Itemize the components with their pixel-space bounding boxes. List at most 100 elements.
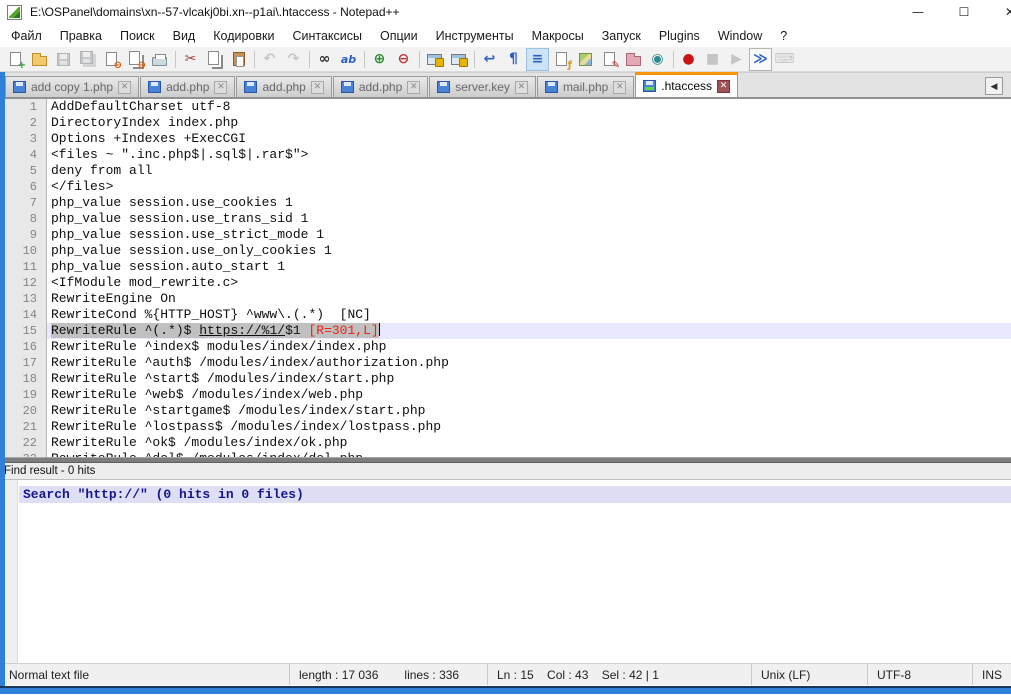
close-button[interactable]: ✕ (987, 0, 1011, 24)
editor[interactable]: 1AddDefaultCharset utf-82DirectoryIndex … (0, 99, 1011, 457)
macro-play-button[interactable]: ▶ (725, 48, 748, 71)
status-encoding[interactable]: UTF-8 (868, 664, 973, 685)
cut-button[interactable]: ✂ (179, 48, 202, 71)
menu-item-поиск[interactable]: Поиск (111, 26, 164, 46)
tab-close-icon[interactable]: ✕ (613, 81, 626, 94)
text-caret (379, 323, 380, 336)
code-line-10[interactable]: 10php_value session.use_only_cookies 1 (0, 243, 1011, 259)
code-line-16[interactable]: 16RewriteRule ^index$ modules/index/inde… (0, 339, 1011, 355)
menu-item-инструменты[interactable]: Инструменты (427, 26, 523, 46)
code-line-17[interactable]: 17RewriteRule ^auth$ /modules/index/auth… (0, 355, 1011, 371)
code-line-20[interactable]: 20RewriteRule ^startgame$ /modules/index… (0, 403, 1011, 419)
menu-item-plugins[interactable]: Plugins (650, 26, 709, 46)
menu-item-вид[interactable]: Вид (164, 26, 205, 46)
redo-button[interactable]: ↷ (282, 48, 305, 71)
tab-close-icon[interactable]: ✕ (214, 81, 227, 94)
menu-item-файл[interactable]: Файл (2, 26, 51, 46)
macro-record-icon: ● (682, 52, 694, 66)
code-line-7[interactable]: 7php_value session.use_cookies 1 (0, 195, 1011, 211)
print-button[interactable] (148, 48, 171, 71)
maximize-button[interactable]: ☐ (941, 0, 987, 24)
code-line-8[interactable]: 8php_value session.use_trans_sid 1 (0, 211, 1011, 227)
code-line-4[interactable]: 4<files ~ ".inc.php$|.sql$|.rar$"> (0, 147, 1011, 163)
close-file-button[interactable]: ⊖ (100, 48, 123, 71)
code-line-9[interactable]: 9php_value session.use_strict_mode 1 (0, 227, 1011, 243)
tab-.htaccess[interactable]: .htaccess✕ (635, 72, 738, 97)
code-line-18[interactable]: 18RewriteRule ^start$ /modules/index/sta… (0, 371, 1011, 387)
macro-run-multiple-button[interactable]: ≫ (749, 48, 772, 71)
line-text: RewriteRule ^del$ /modules/index/del.php (47, 451, 1011, 457)
find-result-line[interactable]: Search "http://" (0 hits in 0 files) (19, 486, 1011, 503)
code-line-19[interactable]: 19RewriteRule ^web$ /modules/index/web.p… (0, 387, 1011, 403)
sync-scroll-vertical-button[interactable] (423, 48, 446, 71)
menu-item-макросы[interactable]: Макросы (523, 26, 593, 46)
copy-button[interactable] (203, 48, 226, 71)
code-line-23[interactable]: 23RewriteRule ^del$ /modules/index/del.p… (0, 451, 1011, 457)
show-all-characters-button[interactable]: ¶ (502, 48, 525, 71)
indent-guide-button[interactable]: ≡ (526, 48, 549, 71)
status-cursor-position: Ln : 15 Col : 43 Sel : 42 | 1 (488, 664, 752, 685)
macro-save-button[interactable]: ⌨ (773, 48, 796, 71)
save-all-button[interactable] (76, 48, 99, 71)
saved-file-icon (244, 81, 257, 93)
code-line-14[interactable]: 14RewriteCond %{HTTP_HOST} ^www\.(.*) [N… (0, 307, 1011, 323)
function-list-button[interactable]: ƒ (550, 48, 573, 71)
menu-item-правка[interactable]: Правка (51, 26, 111, 46)
menu-item-запуск[interactable]: Запуск (593, 26, 650, 46)
tab-close-icon[interactable]: ✕ (118, 81, 131, 94)
tab-add.php[interactable]: add.php✕ (236, 76, 331, 97)
open-file-button[interactable] (28, 48, 51, 71)
status-eol-format[interactable]: Unix (LF) (752, 664, 868, 685)
menu-item-?[interactable]: ? (771, 26, 796, 46)
paste-button[interactable] (227, 48, 250, 71)
save-file-button[interactable] (52, 48, 75, 71)
code-line-21[interactable]: 21RewriteRule ^lostpass$ /modules/index/… (0, 419, 1011, 435)
tab-close-icon[interactable]: ✕ (311, 81, 324, 94)
code-line-5[interactable]: 5deny from all (0, 163, 1011, 179)
tab-add.php[interactable]: add.php✕ (333, 76, 428, 97)
close-all-button[interactable]: ⊖ (124, 48, 147, 71)
menu-item-кодировки[interactable]: Кодировки (204, 26, 283, 46)
zoom-out-button[interactable]: ⊖ (392, 48, 415, 71)
tab-add-copy-1.php[interactable]: add copy 1.php✕ (5, 76, 139, 97)
macro-record-button[interactable]: ● (677, 48, 700, 71)
document-map-button[interactable] (574, 48, 597, 71)
menu-item-опции[interactable]: Опции (371, 26, 427, 46)
tab-close-icon[interactable]: ✕ (515, 81, 528, 94)
new-file-button[interactable]: + (4, 48, 27, 71)
code-line-2[interactable]: 2DirectoryIndex index.php (0, 115, 1011, 131)
find-button[interactable]: ∞ (313, 48, 336, 71)
menu-item-синтаксисы[interactable]: Синтаксисы (283, 26, 371, 46)
tab-add.php[interactable]: add.php✕ (140, 76, 235, 97)
code-line-15[interactable]: 15RewriteRule ^(.*)$ https://%1/$1 [R=30… (0, 323, 1011, 339)
replace-button[interactable]: ab (337, 48, 360, 71)
line-number: 17 (0, 355, 47, 371)
code-line-1[interactable]: 1AddDefaultCharset utf-8 (0, 99, 1011, 115)
line-text-segment: [R=301,L] (308, 323, 378, 338)
code-line-3[interactable]: 3Options +Indexes +ExecCGI (0, 131, 1011, 147)
code-line-6[interactable]: 6</files> (0, 179, 1011, 195)
tab-mail.php[interactable]: mail.php✕ (537, 76, 634, 97)
macro-stop-button[interactable]: ■ (701, 48, 724, 71)
status-typing-mode[interactable]: INS (973, 664, 1011, 685)
folder-as-workspace-button[interactable] (622, 48, 645, 71)
folder-as-workspace-icon (626, 56, 641, 66)
document-list-button[interactable]: ✎ (598, 48, 621, 71)
word-wrap-button[interactable]: ↩ (478, 48, 501, 71)
tab-close-icon[interactable]: ✕ (717, 80, 730, 93)
minimize-button[interactable]: — (895, 0, 941, 24)
tab-scroll-left-button[interactable]: ◀ (985, 77, 1003, 95)
sync-scroll-horizontal-button[interactable] (447, 48, 470, 71)
tab-close-icon[interactable]: ✕ (407, 81, 420, 94)
menu-item-window[interactable]: Window (709, 26, 771, 46)
toolbar-separator (175, 51, 176, 68)
code-line-12[interactable]: 12<IfModule mod_rewrite.c> (0, 275, 1011, 291)
undo-button[interactable]: ↶ (258, 48, 281, 71)
file-monitoring-button[interactable]: ◉ (646, 48, 669, 71)
code-line-13[interactable]: 13RewriteEngine On (0, 291, 1011, 307)
notepadpp-app-icon (7, 5, 22, 20)
tab-server.key[interactable]: server.key✕ (429, 76, 536, 97)
code-line-11[interactable]: 11php_value session.auto_start 1 (0, 259, 1011, 275)
code-line-22[interactable]: 22RewriteRule ^ok$ /modules/index/ok.php (0, 435, 1011, 451)
zoom-in-button[interactable]: ⊕ (368, 48, 391, 71)
